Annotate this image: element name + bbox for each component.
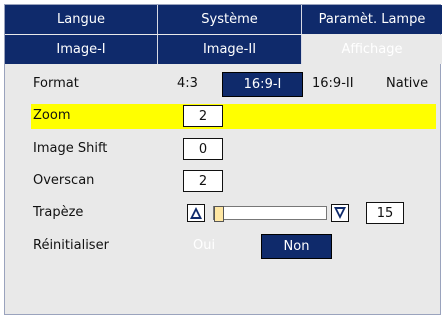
- reset-label: Réinitialiser: [33, 238, 109, 253]
- zoom-value: 2: [198, 108, 208, 124]
- overscan-row: Overscan 2: [5, 169, 442, 194]
- format-option-label: 16:9-I: [243, 77, 282, 92]
- format-row: Format 4:3 16:9-I 16:9-II Native: [5, 72, 442, 97]
- zoom-value-field[interactable]: 2: [183, 105, 223, 127]
- keystone-minus-icon[interactable]: [187, 204, 205, 222]
- projector-osd-menu: Langue Système Paramèt. Lampe Image-I Im…: [0, 0, 445, 319]
- overscan-value-field[interactable]: 2: [183, 170, 223, 192]
- trapeze-value: 15: [376, 205, 394, 221]
- keystone-plus-icon[interactable]: [331, 204, 349, 222]
- trapeze-row: Trapèze 15: [5, 201, 442, 226]
- tab-affichage[interactable]: Affichage: [302, 35, 442, 64]
- tab-label: Image-I: [56, 42, 106, 57]
- reset-option-label: Non: [283, 239, 310, 254]
- zoom-label: Zoom: [33, 108, 71, 123]
- tab-label: Image-II: [202, 42, 257, 57]
- tab-label: Affichage: [341, 42, 403, 57]
- tab-image-i[interactable]: Image-I: [5, 35, 158, 64]
- second-tab-row: Image-I Image-II Affichage: [5, 35, 442, 64]
- format-option-native[interactable]: Native: [386, 76, 428, 91]
- menu-panel: Langue Système Paramèt. Lampe Image-I Im…: [4, 4, 442, 315]
- overscan-label: Overscan: [33, 173, 95, 188]
- trapeze-label: Trapèze: [33, 205, 84, 220]
- overscan-value: 2: [198, 173, 208, 189]
- format-option-4-3[interactable]: 4:3: [177, 76, 198, 91]
- tab-label: Paramèt. Lampe: [318, 12, 426, 27]
- format-option-16-9-i[interactable]: 16:9-I: [222, 72, 303, 97]
- reset-option-non[interactable]: Non: [261, 234, 332, 259]
- format-option-16-9-ii[interactable]: 16:9-II: [312, 76, 354, 91]
- format-label: Format: [33, 76, 79, 91]
- image-shift-value-field[interactable]: 0: [183, 138, 223, 160]
- trapeze-slider[interactable]: [213, 206, 327, 222]
- tab-image-ii[interactable]: Image-II: [158, 35, 302, 64]
- image-shift-value: 0: [198, 141, 208, 157]
- image-shift-label: Image Shift: [33, 141, 108, 156]
- tab-label: Langue: [57, 12, 105, 27]
- tab-parametres-lampe[interactable]: Paramèt. Lampe: [302, 5, 442, 34]
- tab-langue[interactable]: Langue: [5, 5, 158, 34]
- reset-option-oui[interactable]: Oui: [193, 238, 215, 253]
- zoom-row[interactable]: Zoom 2: [31, 104, 436, 129]
- tab-systeme[interactable]: Système: [158, 5, 302, 34]
- trapeze-value-field[interactable]: 15: [366, 202, 404, 224]
- tab-label: Système: [201, 12, 258, 27]
- trapeze-slider-thumb[interactable]: [214, 206, 224, 222]
- image-shift-row: Image Shift 0: [5, 137, 442, 162]
- reset-row: Réinitialiser Oui Non: [5, 234, 442, 259]
- top-tab-row: Langue Système Paramèt. Lampe: [5, 5, 442, 34]
